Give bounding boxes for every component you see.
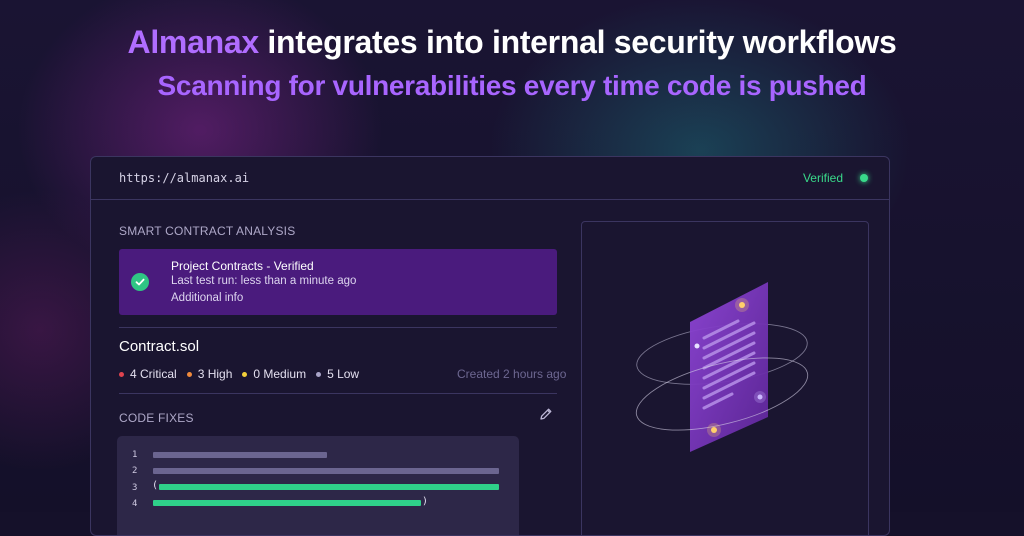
low-dot-icon	[316, 371, 322, 377]
project-title: Project Contracts - Verified	[171, 259, 314, 273]
severity-medium-label: 0 Medium	[253, 367, 307, 381]
status-dot-icon	[860, 174, 868, 182]
code-paren: )	[422, 496, 429, 507]
code-line-added	[159, 484, 499, 490]
brand-name: Almanax	[127, 24, 260, 60]
project-status-card[interactable]: Project Contracts - Verified Last test r…	[119, 249, 557, 315]
code-line-placeholder	[153, 468, 499, 474]
severity-high-label: 3 High	[197, 367, 233, 381]
last-test-run: Last test run: less than a minute ago	[171, 275, 357, 287]
code-paren: (	[152, 480, 159, 491]
severity-critical-label: 4 Critical	[130, 367, 177, 381]
medium-dot-icon	[242, 371, 248, 377]
code-line-placeholder	[153, 452, 327, 458]
page-headline: Almanax integrates into internal securit…	[0, 24, 1024, 61]
headline-text: integrates into internal security workfl…	[258, 24, 897, 60]
contract-name[interactable]: Contract.sol	[119, 338, 199, 355]
created-timestamp: Created 2 hours ago	[457, 367, 567, 381]
line-number: 2	[132, 466, 138, 476]
code-fixes-label: CODE FIXES	[119, 411, 194, 425]
line-number: 1	[132, 450, 138, 460]
code-line-added	[153, 500, 421, 506]
check-circle-icon	[131, 273, 149, 291]
browser-window: https://almanax.ai Verified SMART CONTRA…	[90, 156, 890, 536]
critical-dot-icon	[119, 371, 124, 377]
divider	[119, 327, 557, 328]
scanned-document-icon	[635, 282, 809, 452]
severity-critical: 4 Critical	[119, 367, 177, 381]
severity-summary: 4 Critical 3 High 0 Medium 5 Low	[119, 367, 359, 381]
line-number: 4	[132, 499, 138, 509]
high-dot-icon	[186, 371, 192, 377]
severity-high: 3 High	[186, 367, 233, 381]
pencil-icon[interactable]	[539, 407, 553, 426]
verified-status: Verified	[802, 171, 843, 185]
window-titlebar: https://almanax.ai Verified	[91, 157, 889, 200]
illustration-panel	[581, 221, 869, 535]
severity-medium: 0 Medium	[242, 367, 306, 381]
severity-low-label: 5 Low	[327, 367, 360, 381]
page-subheadline: Scanning for vulnerabilities every time …	[157, 70, 867, 101]
url-text: https://almanax.ai	[119, 171, 250, 185]
severity-low: 5 Low	[316, 367, 359, 381]
additional-info-link[interactable]: Additional info	[171, 292, 243, 304]
divider	[119, 393, 557, 394]
line-number: 3	[132, 483, 138, 493]
smart-contract-analysis-label: SMART CONTRACT ANALYSIS	[119, 224, 296, 238]
code-diff-panel: 1 2 3 ( 4 )	[117, 436, 519, 535]
